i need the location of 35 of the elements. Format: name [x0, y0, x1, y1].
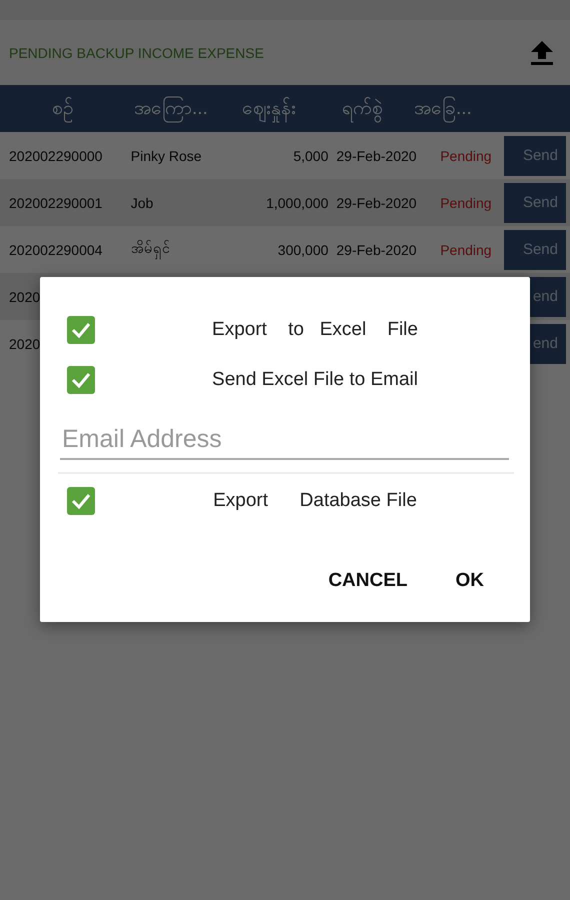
upload-icon[interactable]	[530, 40, 554, 66]
table-cell-text: 29-Feb-2020	[336, 242, 418, 258]
table-cell-text: Job	[130, 194, 154, 210]
dialog-button[interactable]: OK	[446, 562, 494, 600]
column-header[interactable]: စဉ်	[52, 94, 134, 122]
option-label: Export to Excel File	[211, 319, 419, 341]
column-header[interactable]: အကြော...	[134, 94, 242, 122]
table-cell-text: 2020	[9, 336, 42, 352]
table-cell-text: 202002290004	[9, 242, 104, 258]
checkbox[interactable]	[67, 316, 95, 344]
table-cell: အိမ်ရှင်	[130, 239, 231, 260]
send-button[interactable]: Send	[504, 182, 566, 222]
table-cell-text: 5,000	[292, 148, 328, 164]
table-cell-text: 300,000	[276, 242, 328, 258]
screen-title: PENDING BACKUP INCOME EXPENSE	[9, 44, 264, 60]
column-header[interactable]: ရက်စွဲ	[342, 94, 414, 122]
checkbox[interactable]	[67, 366, 95, 394]
column-header[interactable]: အခြေ...	[414, 94, 472, 122]
column-header[interactable]: ဈေးနှုန်း	[242, 94, 342, 122]
send-button[interactable]: Send	[504, 136, 566, 176]
status-label: Pending	[440, 242, 493, 258]
table-cell-text: 202002290000	[9, 148, 104, 164]
status-label: Pending	[440, 148, 493, 164]
table-cell-text: Pinky Rose	[130, 148, 203, 164]
status-label: Pending	[440, 194, 493, 210]
checkbox[interactable]	[67, 487, 95, 515]
table-cell-text: 1,000,000	[265, 194, 328, 210]
dialog-button[interactable]: CANCEL	[318, 562, 418, 600]
table-cell-text: 202002290001	[9, 194, 104, 210]
table-cell-text: 29-Feb-2020	[336, 194, 418, 210]
send-button[interactable]: Send	[504, 230, 566, 270]
table-cell-text: 2020	[9, 288, 42, 304]
option-label: Send Excel File to Email	[211, 369, 419, 391]
table-cell-text: 29-Feb-2020	[336, 148, 418, 164]
option-label: Export Database File	[212, 490, 418, 512]
